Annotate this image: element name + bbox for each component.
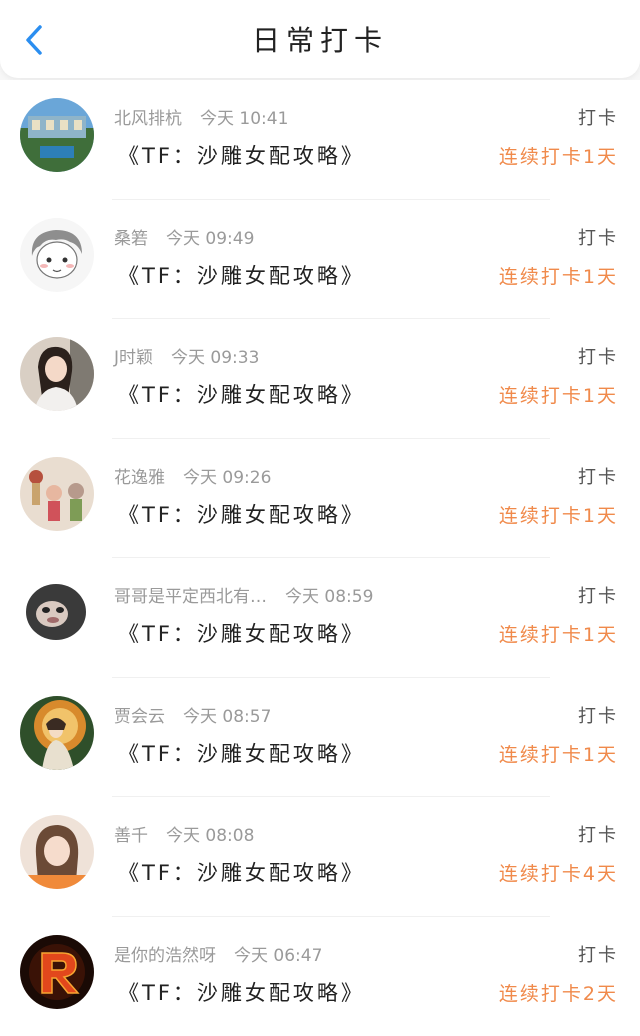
username[interactable]: 善千 (114, 821, 148, 846)
streak-label: 连续打卡1天 (499, 501, 618, 528)
username[interactable]: 北风排杭 (114, 104, 182, 129)
streak-label: 连续打卡1天 (499, 381, 618, 408)
streak-label: 连续打卡1天 (499, 620, 618, 647)
streak-label: 连续打卡1天 (499, 262, 618, 289)
user-avatar[interactable] (20, 696, 94, 770)
meme-avatar-icon (20, 576, 94, 650)
entry-meta: 善千 今天 08:08 (114, 821, 254, 846)
checkin-label: 打卡 (578, 582, 618, 608)
book-title[interactable]: 《TF：沙雕女配攻略》 (118, 618, 365, 648)
checkin-label: 打卡 (578, 104, 618, 130)
book-title[interactable]: 《TF：沙雕女配攻略》 (118, 738, 365, 768)
checkin-list: 北风排杭 今天 10:41 《TF：沙雕女配攻略》 打卡 连续打卡1天 桑箬 今… (0, 80, 640, 1036)
checkin-label: 打卡 (578, 343, 618, 369)
user-avatar[interactable] (20, 576, 94, 650)
list-item[interactable]: 花逸雅 今天 09:26 《TF：沙雕女配攻略》 打卡 连续打卡1天 (0, 439, 640, 559)
checkin-label: 打卡 (578, 821, 618, 847)
letter-r-avatar-icon (20, 935, 94, 1009)
book-title[interactable]: 《TF：沙雕女配攻略》 (118, 977, 365, 1007)
timestamp: 今天 08:59 (285, 582, 373, 607)
timestamp: 今天 08:57 (183, 702, 271, 727)
painting-avatar-icon (20, 696, 94, 770)
entry-meta: 桑箬 今天 09:49 (114, 224, 254, 249)
timestamp: 今天 09:33 (171, 343, 259, 368)
list-item[interactable]: 善千 今天 08:08 《TF：沙雕女配攻略》 打卡 连续打卡4天 (0, 797, 640, 917)
entry-meta: 是你的浩然呀 今天 06:47 (114, 941, 322, 966)
chevron-left-icon (23, 23, 45, 57)
username[interactable]: 贾会云 (114, 702, 165, 727)
username[interactable]: 花逸雅 (114, 463, 165, 488)
list-item[interactable]: J时颖 今天 09:33 《TF：沙雕女配攻略》 打卡 连续打卡1天 (0, 319, 640, 439)
user-avatar[interactable] (20, 337, 94, 411)
top-bar: 日常打卡 (0, 0, 640, 78)
streak-label: 连续打卡4天 (499, 859, 618, 886)
checkin-label: 打卡 (578, 941, 618, 967)
book-title[interactable]: 《TF：沙雕女配攻略》 (118, 499, 365, 529)
entry-meta: 贾会云 今天 08:57 (114, 702, 271, 727)
list-item[interactable]: 桑箬 今天 09:49 《TF：沙雕女配攻略》 打卡 连续打卡1天 (0, 200, 640, 320)
username[interactable]: J时颖 (114, 343, 153, 368)
user-avatar[interactable] (20, 98, 94, 172)
timestamp: 今天 10:41 (200, 104, 288, 129)
username[interactable]: 桑箬 (114, 224, 148, 249)
timestamp: 今天 06:47 (234, 941, 322, 966)
list-item[interactable]: 哥哥是平定西北有… 今天 08:59 《TF：沙雕女配攻略》 打卡 连续打卡1天 (0, 558, 640, 678)
entry-meta: 哥哥是平定西北有… 今天 08:59 (114, 582, 373, 607)
username[interactable]: 哥哥是平定西北有… (114, 582, 267, 607)
checkin-label: 打卡 (578, 702, 618, 728)
book-title[interactable]: 《TF：沙雕女配攻略》 (118, 379, 365, 409)
sketch-avatar-icon (20, 218, 94, 292)
streak-label: 连续打卡1天 (499, 142, 618, 169)
timestamp: 今天 09:49 (166, 224, 254, 249)
list-item[interactable]: 贾会云 今天 08:57 《TF：沙雕女配攻略》 打卡 连续打卡1天 (0, 678, 640, 798)
streak-label: 连续打卡2天 (499, 979, 618, 1006)
list-item[interactable]: 是你的浩然呀 今天 06:47 《TF：沙雕女配攻略》 打卡 连续打卡2天 (0, 917, 640, 1036)
timestamp: 今天 08:08 (166, 821, 254, 846)
book-title[interactable]: 《TF：沙雕女配攻略》 (118, 857, 365, 887)
entry-meta: 北风排杭 今天 10:41 (114, 104, 288, 129)
book-title[interactable]: 《TF：沙雕女配攻略》 (118, 260, 365, 290)
username[interactable]: 是你的浩然呀 (114, 941, 216, 966)
entry-meta: 花逸雅 今天 09:26 (114, 463, 271, 488)
streak-label: 连续打卡1天 (499, 740, 618, 767)
timestamp: 今天 09:26 (183, 463, 271, 488)
user-avatar[interactable] (20, 457, 94, 531)
back-button[interactable] (14, 20, 54, 60)
girl-avatar-icon (20, 815, 94, 889)
book-title[interactable]: 《TF：沙雕女配攻略》 (118, 140, 365, 170)
user-avatar[interactable] (20, 935, 94, 1009)
dolls-avatar-icon (20, 457, 94, 531)
list-item[interactable]: 北风排杭 今天 10:41 《TF：沙雕女配攻略》 打卡 连续打卡1天 (0, 80, 640, 200)
user-avatar[interactable] (20, 218, 94, 292)
user-avatar[interactable] (20, 815, 94, 889)
page-title: 日常打卡 (252, 19, 388, 59)
checkin-label: 打卡 (578, 463, 618, 489)
entry-meta: J时颖 今天 09:33 (114, 343, 259, 368)
landscape-avatar-icon (20, 98, 94, 172)
checkin-label: 打卡 (578, 224, 618, 250)
photo-avatar-icon (20, 337, 94, 411)
